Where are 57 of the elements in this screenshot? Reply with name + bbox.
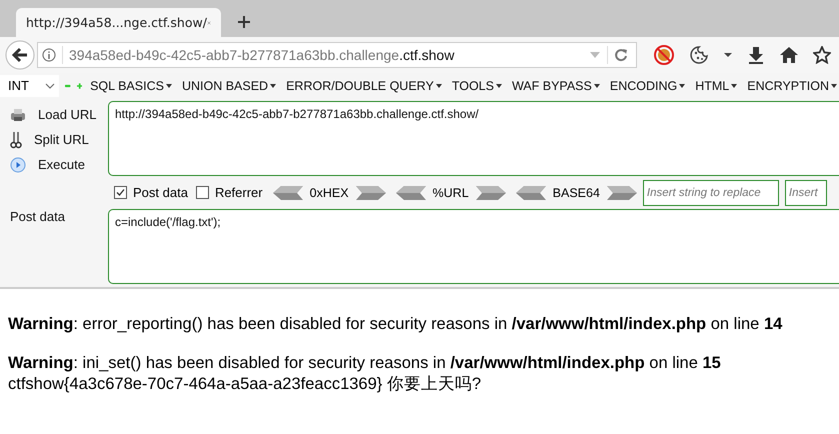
flag-output: ctfshow{4a3c678e-70c7-464a-a5aa-a23feacc1369} 你要上天吗? [8, 374, 482, 395]
encode-arrow-icon[interactable] [606, 186, 637, 200]
menu-button[interactable]: HTML [693, 78, 740, 92]
decode-arrow-icon[interactable] [516, 186, 546, 200]
caret-icon [270, 84, 276, 88]
decode-arrow-icon[interactable] [396, 186, 426, 200]
star-icon[interactable] [813, 46, 831, 64]
back-icon[interactable] [5, 40, 35, 70]
encoding-label: %URL [432, 186, 469, 200]
caret-icon[interactable] [723, 51, 733, 59]
menu-button[interactable]: WAF BYPASS [510, 78, 602, 92]
blocked-icon[interactable] [653, 44, 675, 66]
replace-field[interactable]: Insert string to replace [642, 180, 779, 206]
action-button[interactable]: Split URL [10, 127, 108, 152]
encoding-label: 0xHEX [310, 186, 349, 200]
menu-button[interactable]: ENCODING [608, 78, 688, 92]
scissors-icon [10, 130, 22, 148]
download-icon[interactable] [747, 46, 765, 64]
post-data-label: Post data [10, 209, 66, 224]
menu-button[interactable]: SQL BASICS [88, 78, 174, 92]
address-bar[interactable]: 394a58ed-b49c-42c5-abb7-b277871a63bb.challenge.ctf.show [37, 42, 637, 68]
encode-arrow-icon[interactable] [476, 186, 506, 200]
url-text: 394a58ed-b49c-42c5-abb7-b277871a63bb.challenge.ctf.show [69, 47, 456, 63]
decode-arrow-icon[interactable] [272, 186, 303, 200]
play-icon [10, 156, 26, 172]
caret-icon [436, 84, 442, 88]
url-field[interactable]: http://394a58ed-b49c-42c5-abb7-b277871a63bb.challenge.ctf.show/ [108, 101, 839, 176]
menu-button[interactable]: ERROR/DOUBLE QUERY [284, 78, 444, 92]
caret-icon [166, 84, 172, 88]
replace-field[interactable]: Insert [784, 180, 827, 206]
encode-arrow-icon[interactable] [356, 186, 386, 200]
chevron-icon [45, 82, 56, 88]
cookie-icon[interactable] [689, 45, 709, 65]
mode-select[interactable]: INT [0, 74, 60, 96]
caret-icon [731, 84, 738, 88]
info-icon[interactable] [42, 48, 56, 62]
encoding-label: BASE64 [552, 186, 600, 200]
new-tab-icon[interactable] [237, 15, 251, 29]
caret-icon [831, 84, 837, 88]
action-button[interactable]: Execute [10, 152, 108, 177]
checkmark-icon [115, 187, 126, 198]
printer-icon [10, 108, 26, 122]
browser-tab[interactable]: http://394a58...nge.ctf.show/ [16, 8, 221, 37]
action-button[interactable]: Load URL [10, 102, 108, 127]
menu-button[interactable]: TOOLS [450, 78, 504, 92]
reload-icon[interactable] [614, 48, 628, 62]
caret-icon [496, 84, 502, 88]
menu-button[interactable]: UNION BASED [180, 78, 278, 92]
caret-icon [679, 84, 686, 88]
option-checkbox[interactable]: Referrer [196, 185, 263, 200]
post-data-field[interactable]: c=include('/flag.txt'); [108, 209, 839, 284]
option-checkbox[interactable]: Post data [114, 185, 188, 200]
home-icon[interactable] [779, 46, 799, 64]
warning-message: Warning: ini_set() has been disabled for security reasons in /var/www/html/index.php on line 15 [8, 354, 722, 373]
menu-button[interactable]: ENCRYPTION [745, 78, 839, 92]
warning-message: Warning: error_reporting() has been disabled for security reasons in /var/www/html/index.php on line 14 [8, 315, 784, 334]
caret-icon [594, 84, 600, 88]
